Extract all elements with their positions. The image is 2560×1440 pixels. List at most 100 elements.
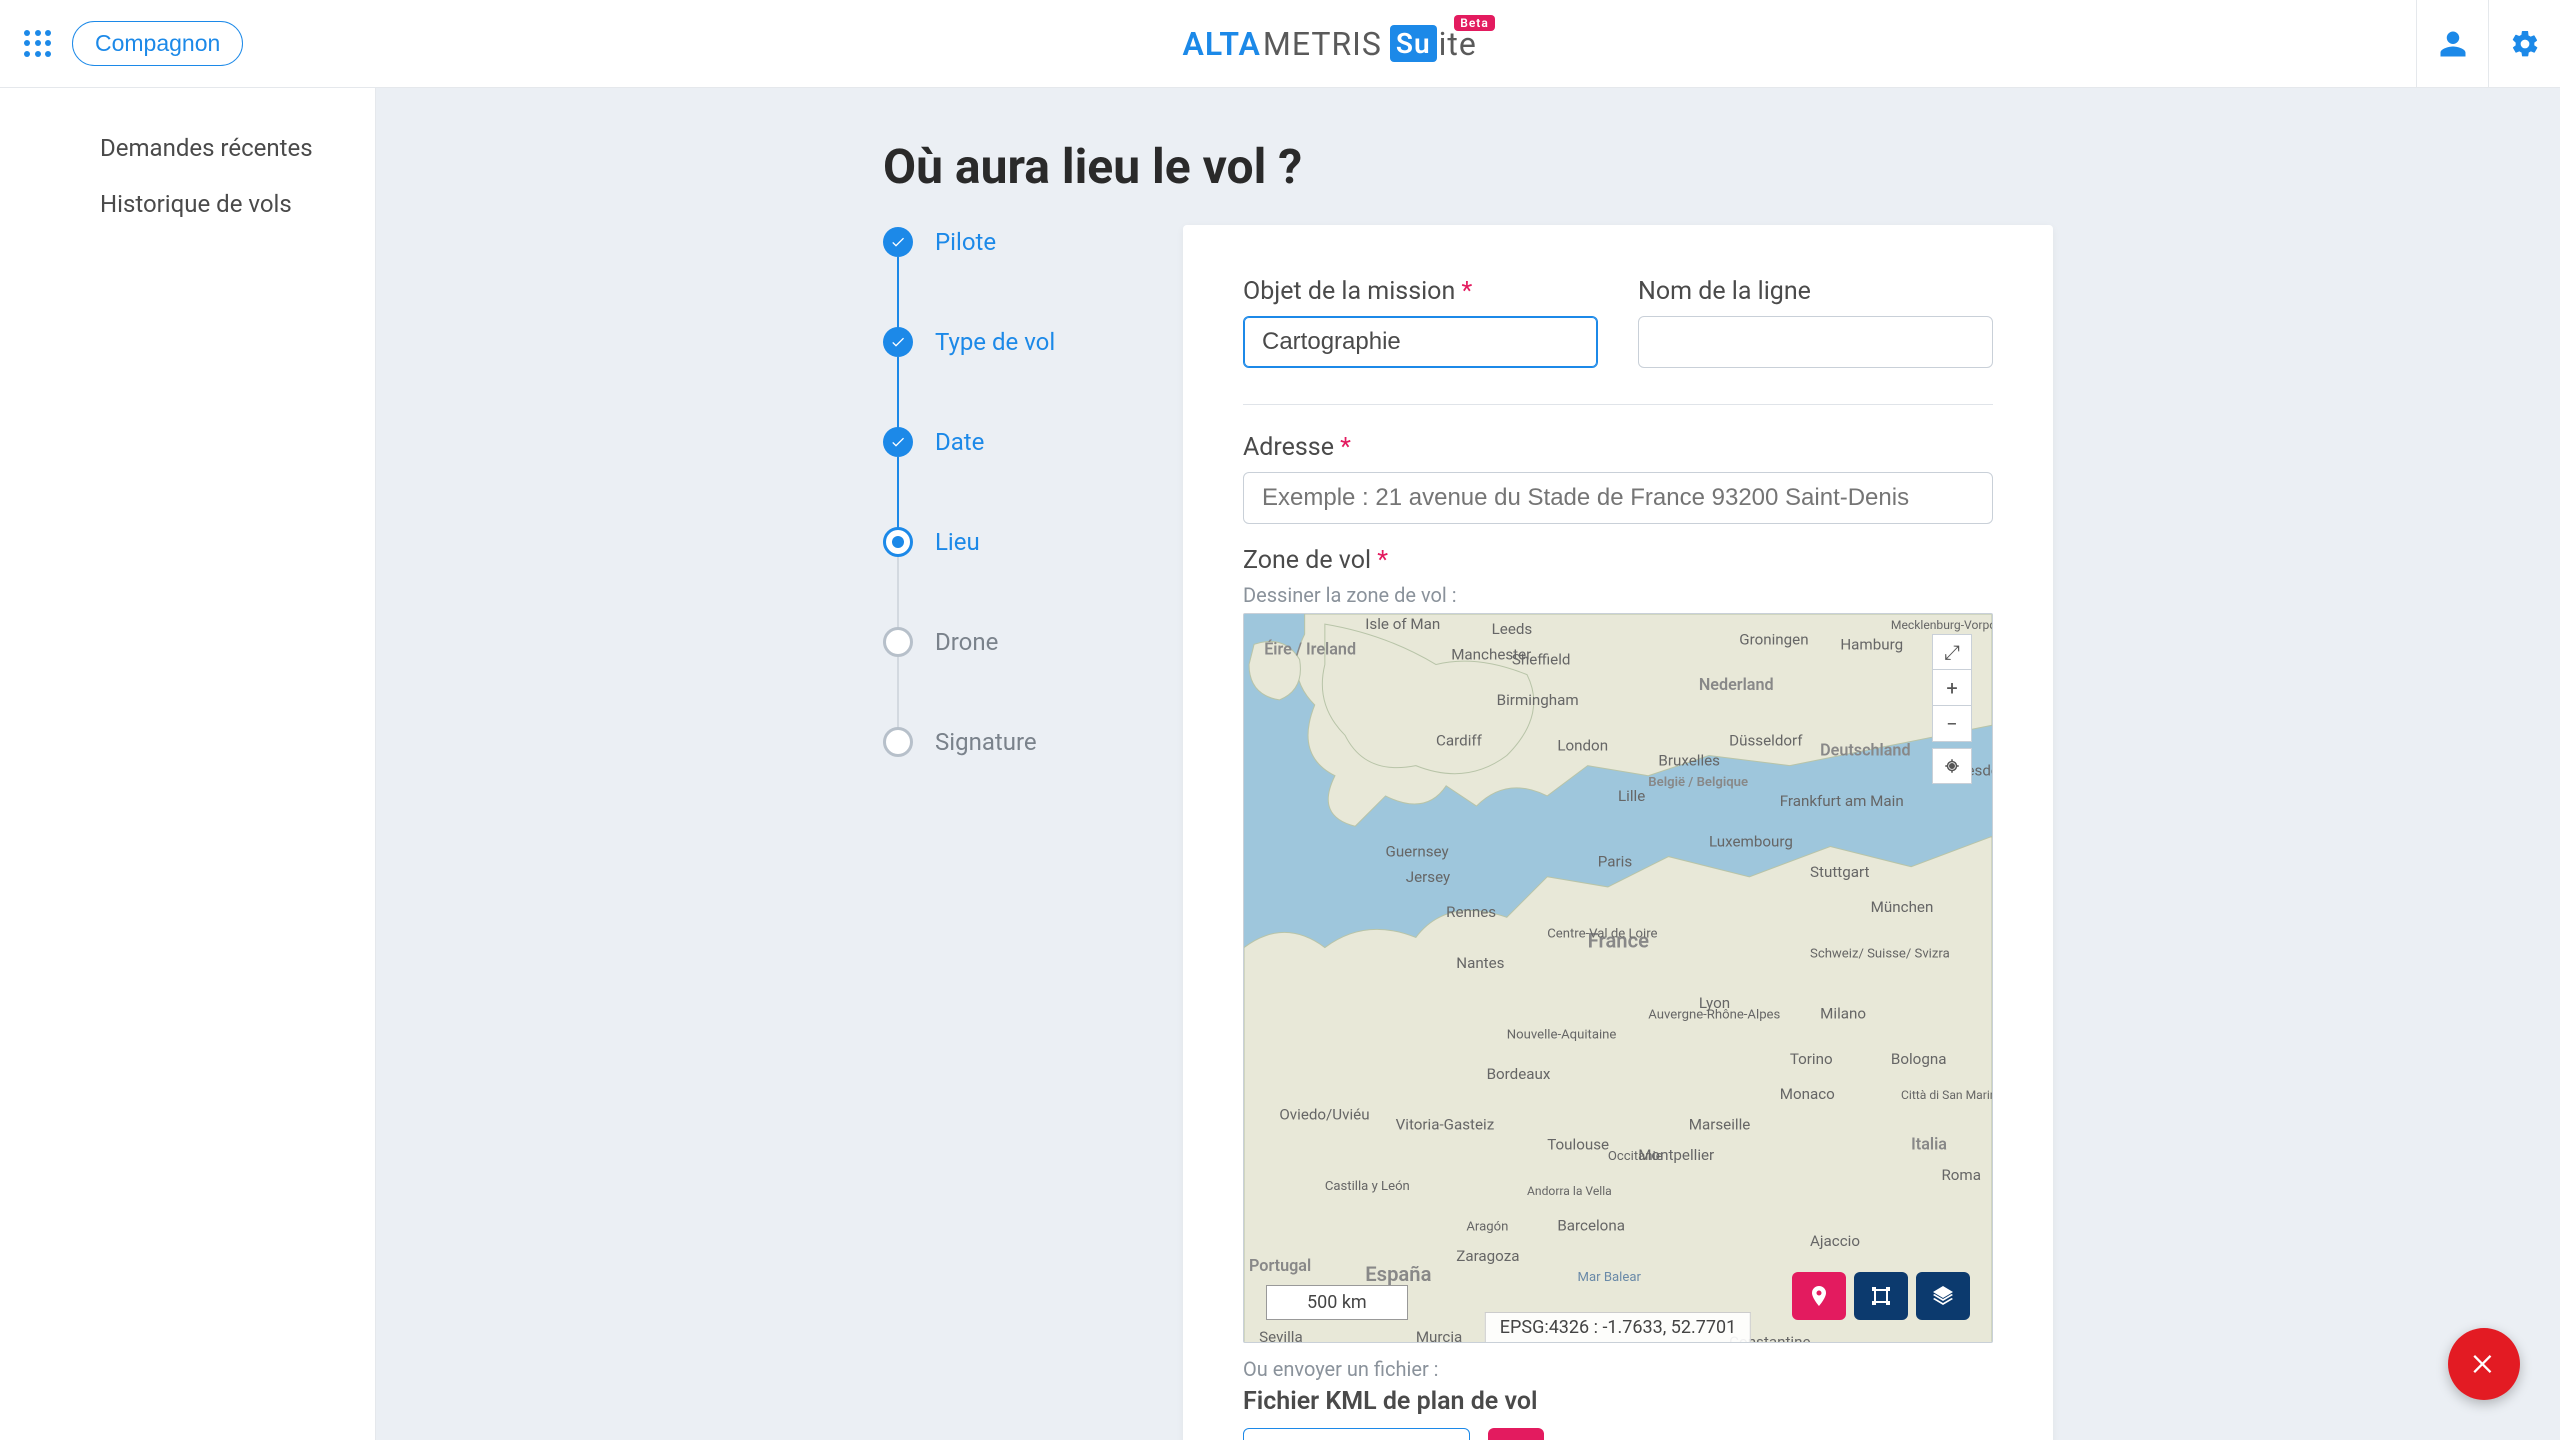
svg-text:Aragón: Aragón [1466, 1220, 1508, 1235]
form-card: Objet de la mission * Nom de la ligne Ad… [1183, 225, 2053, 1440]
svg-text:Città di San Marino: Città di San Marino [1901, 1088, 1992, 1102]
separator [1243, 404, 1993, 405]
map-scale-bar: 500 km [1266, 1285, 1408, 1320]
svg-text:Lille: Lille [1618, 787, 1645, 805]
step-check-icon [883, 427, 913, 457]
map-zoom-in-icon[interactable]: + [1932, 670, 1972, 706]
map-draw-marker-icon[interactable] [1792, 1272, 1846, 1320]
map[interactable]: Éire / Ireland Isle of Man Leeds Manches… [1243, 613, 1993, 1343]
step-label: Date [935, 427, 984, 457]
address-label: Adresse * [1243, 433, 1993, 462]
mission-input[interactable] [1243, 316, 1598, 368]
svg-text:Oviedo/Uviéu: Oviedo/Uviéu [1279, 1105, 1369, 1123]
map-layers-icon[interactable] [1916, 1272, 1970, 1320]
svg-text:Centre-Val de Loire: Centre-Val de Loire [1547, 926, 1657, 941]
delete-file-button[interactable] [1488, 1428, 1544, 1440]
svg-text:Torino: Torino [1790, 1050, 1833, 1068]
step-date[interactable]: Date [883, 427, 1143, 527]
step-pilote[interactable]: Pilote [883, 227, 1143, 327]
map-fullscreen-icon[interactable]: ⤢ [1932, 634, 1972, 670]
header-right [2416, 0, 2560, 87]
close-fab[interactable] [2448, 1328, 2520, 1400]
companion-button[interactable]: Compagnon [72, 21, 243, 66]
map-zoom-out-icon[interactable]: − [1932, 706, 1972, 742]
map-coordinates: EPSG:4326 : -1.7633, 52.7701 [1485, 1312, 1751, 1342]
svg-text:Birmingham: Birmingham [1497, 691, 1579, 709]
svg-text:Vitoria-Gasteiz: Vitoria-Gasteiz [1396, 1116, 1495, 1134]
svg-text:Sheffield: Sheffield [1512, 651, 1571, 669]
logo-beta-badge: Beta [1454, 15, 1495, 31]
svg-text:Lyon: Lyon [1699, 994, 1730, 1012]
step-lieu[interactable]: Lieu [883, 527, 1143, 627]
draw-zone-hint: Dessiner la zone de vol : [1243, 583, 1993, 607]
sidebar-item-recent-requests[interactable]: Demandes récentes [0, 120, 375, 176]
svg-text:München: München [1871, 898, 1934, 916]
svg-text:Zaragoza: Zaragoza [1456, 1247, 1519, 1265]
svg-text:London: London [1557, 736, 1608, 754]
header: Compagnon ALTA METRIS Su ite Beta [0, 0, 2560, 88]
step-label: Lieu [935, 527, 980, 557]
svg-text:Mecklenburg-Vorpommern: Mecklenburg-Vorpommern [1891, 618, 1992, 632]
add-file-button[interactable]: Ajouter le fichier [1243, 1428, 1470, 1440]
svg-text:Portugal: Portugal [1249, 1256, 1311, 1275]
apps-menu-icon[interactable] [24, 30, 52, 58]
step-label: Drone [935, 627, 998, 657]
svg-text:Toulouse: Toulouse [1547, 1136, 1609, 1154]
or-send-file-hint: Ou envoyer un fichier : [1243, 1357, 1993, 1381]
step-pending-icon [883, 727, 913, 757]
field-mission-object: Objet de la mission * [1243, 277, 1598, 368]
svg-text:Éire / Ireland: Éire / Ireland [1264, 639, 1356, 658]
svg-text:Bologna: Bologna [1891, 1050, 1947, 1068]
logo-alta: ALTA [1183, 25, 1261, 63]
svg-text:Bruxelles: Bruxelles [1658, 752, 1720, 770]
svg-text:Schweiz/ Suisse/ Svizra: Schweiz/ Suisse/ Svizra [1810, 947, 1950, 962]
map-controls-top-right: ⤢ + − [1932, 634, 1972, 784]
user-icon[interactable] [2416, 0, 2488, 87]
map-draw-polygon-icon[interactable] [1854, 1272, 1908, 1320]
main-scroll[interactable]: Où aura lieu le vol ? Pilote Type de vol [376, 88, 2560, 1440]
logo: ALTA METRIS Su ite Beta [1183, 25, 1477, 63]
svg-text:Groningen: Groningen [1739, 630, 1808, 648]
line-label: Nom de la ligne [1638, 277, 1993, 306]
svg-text:Castilla y León: Castilla y León [1325, 1179, 1410, 1194]
settings-icon[interactable] [2488, 0, 2560, 87]
svg-text:España: España [1365, 1262, 1431, 1286]
content-row: Pilote Type de vol Date Lieu [883, 225, 2053, 1440]
address-input[interactable] [1243, 472, 1993, 524]
page-inner: Où aura lieu le vol ? Pilote Type de vol [883, 138, 2053, 1440]
zone-label: Zone de vol * [1243, 546, 1993, 575]
svg-text:Roma: Roma [1941, 1166, 1981, 1184]
kml-label: Fichier KML de plan de vol [1243, 1387, 1993, 1416]
step-drone[interactable]: Drone [883, 627, 1143, 727]
svg-text:Milano: Milano [1820, 1004, 1866, 1022]
svg-text:Luxembourg: Luxembourg [1709, 832, 1793, 850]
svg-text:Ajaccio: Ajaccio [1810, 1232, 1860, 1250]
svg-text:Marseille: Marseille [1689, 1116, 1751, 1134]
svg-text:Düsseldorf: Düsseldorf [1729, 731, 1803, 749]
svg-text:Monaco: Monaco [1780, 1085, 1835, 1103]
svg-text:Nouvelle-Aquitaine: Nouvelle-Aquitaine [1507, 1028, 1617, 1043]
map-locate-icon[interactable] [1932, 748, 1972, 784]
svg-text:Barcelona: Barcelona [1557, 1217, 1625, 1235]
line-input[interactable] [1638, 316, 1993, 368]
svg-text:Sevilla: Sevilla [1259, 1328, 1303, 1343]
svg-text:Leeds: Leeds [1492, 620, 1533, 638]
svg-text:Cardiff: Cardiff [1436, 731, 1483, 749]
svg-text:Guernsey: Guernsey [1386, 843, 1449, 861]
map-canvas: Éire / Ireland Isle of Man Leeds Manches… [1244, 614, 1992, 1343]
svg-text:Mar Balear: Mar Balear [1578, 1270, 1642, 1285]
sidebar-item-flight-history[interactable]: Historique de vols [0, 176, 375, 232]
logo-metris: METRIS [1263, 25, 1382, 63]
page-title: Où aura lieu le vol ? [883, 138, 2053, 195]
svg-text:Andorra la Vella: Andorra la Vella [1527, 1184, 1612, 1198]
header-center: ALTA METRIS Su ite Beta [243, 25, 2416, 63]
mission-label: Objet de la mission * [1243, 277, 1598, 306]
svg-text:Murcia: Murcia [1416, 1328, 1462, 1343]
step-type-vol[interactable]: Type de vol [883, 327, 1143, 427]
field-line-name: Nom de la ligne [1638, 277, 1993, 368]
svg-text:Italia: Italia [1911, 1135, 1947, 1154]
step-check-icon [883, 227, 913, 257]
step-signature[interactable]: Signature [883, 727, 1143, 757]
svg-text:Frankfurt am Main: Frankfurt am Main [1780, 792, 1904, 810]
step-label: Pilote [935, 227, 996, 257]
